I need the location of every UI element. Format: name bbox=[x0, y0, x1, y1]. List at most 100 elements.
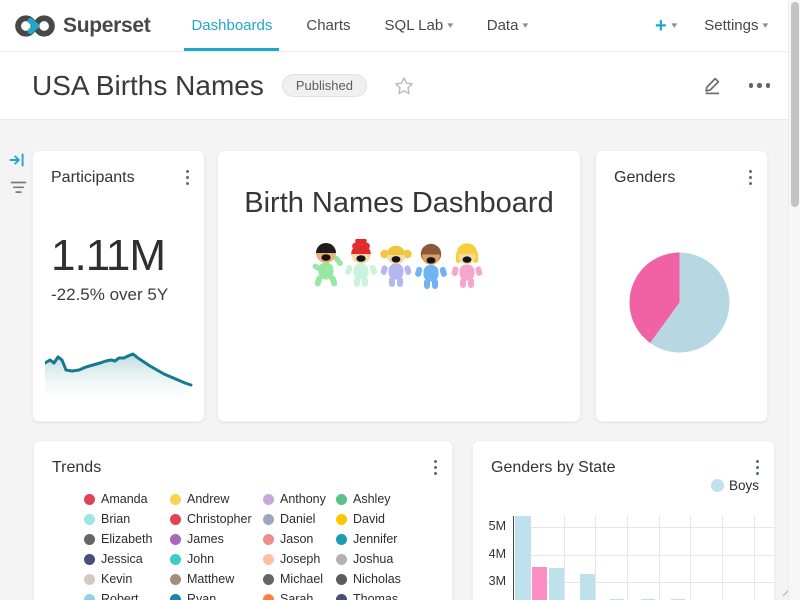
bar-boys[interactable] bbox=[515, 516, 531, 600]
genders-by-state-bar-chart bbox=[513, 516, 775, 600]
legend-dot bbox=[84, 574, 95, 585]
legend-label: Michael bbox=[280, 572, 323, 586]
gridline bbox=[754, 516, 755, 600]
legend-item-amanda[interactable]: Amanda bbox=[84, 489, 170, 509]
legend-label: Jason bbox=[280, 532, 313, 546]
big-number-subheader: -22.5% over 5Y bbox=[51, 285, 168, 305]
navbar-right: + ▾ Settings ▾ bbox=[655, 0, 768, 51]
legend-item-daniel[interactable]: Daniel bbox=[263, 509, 336, 529]
legend-item-christopher[interactable]: Christopher bbox=[170, 509, 263, 529]
nav-tab-data[interactable]: Data ▾ bbox=[470, 0, 545, 51]
legend-label: Kevin bbox=[101, 572, 132, 586]
gridline bbox=[627, 516, 628, 600]
dashboard-title-bar: USA Births Names Published bbox=[0, 52, 800, 120]
legend-item-john[interactable]: John bbox=[170, 549, 263, 569]
legend-item-jason[interactable]: Jason bbox=[263, 529, 336, 549]
legend-item-robert[interactable]: Robert bbox=[84, 589, 170, 600]
superset-infinity-icon bbox=[14, 11, 56, 41]
legend-item-michael[interactable]: Michael bbox=[263, 569, 336, 589]
legend-item-james[interactable]: James bbox=[170, 529, 263, 549]
legend-label: James bbox=[187, 532, 224, 546]
legend-item-boys[interactable]: Boys bbox=[711, 478, 759, 493]
legend-item-sarah[interactable]: Sarah bbox=[263, 589, 336, 600]
nav-label: Charts bbox=[306, 17, 350, 34]
legend-label: Andrew bbox=[187, 492, 229, 506]
legend-dot bbox=[84, 514, 95, 525]
card-menu-icon[interactable] bbox=[432, 458, 439, 477]
nav-tab-sql-lab[interactable]: SQL Lab ▾ bbox=[368, 0, 470, 51]
legend-item-thomas[interactable]: Thomas bbox=[336, 589, 426, 600]
legend-label: Robert bbox=[101, 592, 139, 600]
legend-item-joshua[interactable]: Joshua bbox=[336, 549, 426, 569]
legend-item-andrew[interactable]: Andrew bbox=[170, 489, 263, 509]
published-badge[interactable]: Published bbox=[282, 74, 367, 97]
legend-item-matthew[interactable]: Matthew bbox=[170, 569, 263, 589]
nav-tab-charts[interactable]: Charts bbox=[289, 0, 367, 51]
favorite-star-icon[interactable] bbox=[393, 75, 415, 97]
genders-pie-chart bbox=[629, 252, 730, 353]
legend-label: David bbox=[353, 512, 385, 526]
legend-label: Joseph bbox=[280, 552, 320, 566]
legend-dot bbox=[84, 494, 95, 505]
dashboard-header-card: Birth Names Dashboard bbox=[217, 150, 581, 422]
bar-boys[interactable] bbox=[580, 574, 595, 600]
card-title: Genders by State bbox=[491, 459, 616, 477]
legend-item-ashley[interactable]: Ashley bbox=[336, 489, 426, 509]
legend-item-jessica[interactable]: Jessica bbox=[84, 549, 170, 569]
legend-label: Nicholas bbox=[353, 572, 401, 586]
new-item-button[interactable]: + ▾ bbox=[655, 16, 676, 36]
edit-dashboard-icon[interactable] bbox=[702, 75, 723, 96]
more-actions-icon[interactable] bbox=[749, 83, 771, 88]
legend-label: Christopher bbox=[187, 512, 252, 526]
legend-item-david[interactable]: David bbox=[336, 509, 426, 529]
nav-tab-dashboards[interactable]: Dashboards bbox=[174, 0, 289, 51]
legend-item-elizabeth[interactable]: Elizabeth bbox=[84, 529, 170, 549]
legend-dot bbox=[263, 514, 274, 525]
page-scrollbar[interactable] bbox=[788, 0, 800, 600]
legend-item-ryan[interactable]: Ryan bbox=[170, 589, 263, 600]
legend-label: Thomas bbox=[353, 592, 398, 600]
legend-dot bbox=[170, 514, 181, 525]
gridline bbox=[690, 516, 691, 600]
bar-girls[interactable] bbox=[532, 567, 547, 600]
card-menu-icon[interactable] bbox=[747, 168, 754, 187]
legend-label: Elizabeth bbox=[101, 532, 152, 546]
legend-item-kevin[interactable]: Kevin bbox=[84, 569, 170, 589]
participants-card: Participants 1.11M -22.5% over 5Y bbox=[32, 150, 205, 422]
legend-dot bbox=[336, 534, 347, 545]
legend-item-joseph[interactable]: Joseph bbox=[263, 549, 336, 569]
legend-item-jennifer[interactable]: Jennifer bbox=[336, 529, 426, 549]
legend-label: Anthony bbox=[280, 492, 326, 506]
superset-logo[interactable]: Superset bbox=[14, 0, 150, 51]
caret-down-icon: ▾ bbox=[523, 20, 529, 31]
legend-label: Brian bbox=[101, 512, 130, 526]
scrollbar-thumb[interactable] bbox=[791, 2, 799, 207]
main-nav: Dashboards Charts SQL Lab ▾ Data ▾ bbox=[174, 0, 544, 51]
settings-menu[interactable]: Settings ▾ bbox=[704, 17, 768, 34]
legend-dot bbox=[263, 594, 274, 600]
legend-label: Joshua bbox=[353, 552, 393, 566]
nav-label: Data bbox=[487, 17, 519, 34]
card-menu-icon[interactable] bbox=[754, 458, 761, 477]
card-menu-icon[interactable] bbox=[184, 168, 191, 187]
children-illustration bbox=[310, 239, 488, 305]
legend-label: Matthew bbox=[187, 572, 234, 586]
genders-card: Genders bbox=[595, 150, 768, 422]
legend-label: Boys bbox=[729, 478, 759, 493]
trends-card: Trends Amanda Andrew Anthony Ashley Brian Chr… bbox=[33, 440, 453, 600]
legend-label: Jennifer bbox=[353, 532, 397, 546]
card-title: Genders bbox=[614, 169, 675, 187]
legend-item-nicholas[interactable]: Nicholas bbox=[336, 569, 426, 589]
legend-label: Sarah bbox=[280, 592, 313, 600]
legend-dot bbox=[170, 594, 181, 600]
expand-filter-bar-icon[interactable] bbox=[9, 151, 27, 169]
filter-list-icon[interactable] bbox=[10, 180, 27, 195]
legend-label: Daniel bbox=[280, 512, 315, 526]
page-title: USA Births Names bbox=[32, 70, 264, 102]
y-axis-tick-label: 3M bbox=[473, 574, 506, 588]
legend-item-brian[interactable]: Brian bbox=[84, 509, 170, 529]
bar-boys[interactable] bbox=[549, 568, 564, 600]
gridline bbox=[514, 555, 775, 556]
legend-item-anthony[interactable]: Anthony bbox=[263, 489, 336, 509]
card-title: Trends bbox=[52, 459, 101, 477]
